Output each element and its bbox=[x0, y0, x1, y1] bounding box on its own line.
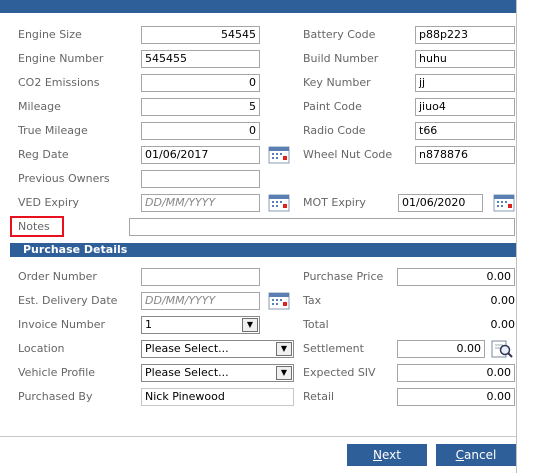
notes-label: Notes bbox=[18, 220, 50, 233]
order-number-label: Order Number bbox=[18, 270, 97, 283]
total-value: 0.00 bbox=[490, 318, 516, 331]
engine-number-field[interactable]: 545455 bbox=[141, 50, 260, 68]
previous-owners-field[interactable] bbox=[141, 170, 260, 188]
engine-size-label: Engine Size bbox=[18, 28, 82, 41]
total-label: Total bbox=[303, 318, 329, 331]
cancel-button[interactable]: Cancel bbox=[436, 444, 516, 466]
cancel-button-label: ancel bbox=[464, 448, 497, 462]
retail-label: Retail bbox=[303, 390, 335, 403]
mileage-label: Mileage bbox=[18, 100, 61, 113]
tax-label: Tax bbox=[303, 294, 322, 307]
est-delivery-field[interactable]: DD/MM/YYYY bbox=[141, 292, 260, 310]
expected-siv-label: Expected SIV bbox=[303, 366, 376, 379]
next-button-label: ext bbox=[382, 448, 401, 462]
engine-number-label: Engine Number bbox=[18, 52, 104, 65]
purchase-details-header: Purchase Details bbox=[10, 243, 516, 257]
battery-code-label: Battery Code bbox=[303, 28, 376, 41]
settlement-field[interactable]: 0.00 bbox=[397, 340, 485, 358]
vehicle-profile-label: Vehicle Profile bbox=[18, 366, 96, 379]
reg-date-field[interactable]: 01/06/2017 bbox=[141, 146, 260, 164]
notes-field[interactable] bbox=[129, 218, 515, 236]
next-button[interactable]: Next bbox=[347, 444, 427, 466]
purchase-price-field[interactable]: 0.00 bbox=[397, 268, 515, 286]
co2-label: CO2 Emissions bbox=[18, 76, 100, 89]
tax-value: 0.00 bbox=[490, 294, 516, 307]
settlement-label: Settlement bbox=[303, 342, 364, 355]
footer-divider bbox=[0, 436, 516, 437]
invoice-number-select[interactable]: 1 ▼ bbox=[141, 316, 260, 334]
mileage-field[interactable]: 5 bbox=[141, 98, 260, 116]
retail-field[interactable]: 0.00 bbox=[397, 388, 515, 406]
calendar-icon[interactable] bbox=[268, 194, 290, 212]
right-divider bbox=[516, 0, 517, 473]
purchase-details-title: Purchase Details bbox=[23, 243, 128, 256]
wheel-nut-code-field[interactable]: n878876 bbox=[415, 146, 515, 164]
build-number-field[interactable]: huhu bbox=[415, 50, 515, 68]
location-value: Please Select... bbox=[145, 342, 229, 355]
paint-code-label: Paint Code bbox=[303, 100, 362, 113]
ved-expiry-field[interactable]: DD/MM/YYYY bbox=[141, 194, 260, 212]
cancel-button-accel: C bbox=[455, 448, 465, 462]
vehicle-profile-select[interactable]: Please Select... ▼ bbox=[141, 364, 294, 382]
co2-field[interactable]: 0 bbox=[141, 74, 260, 92]
top-header-bar bbox=[0, 0, 516, 13]
location-select[interactable]: Please Select... ▼ bbox=[141, 340, 294, 358]
true-mileage-label: True Mileage bbox=[18, 124, 88, 137]
vehicle-profile-value: Please Select... bbox=[145, 366, 229, 379]
calendar-icon[interactable] bbox=[493, 194, 515, 212]
purchase-price-label: Purchase Price bbox=[303, 270, 384, 283]
chevron-down-icon[interactable]: ▼ bbox=[276, 342, 292, 356]
engine-size-field[interactable]: 54545 bbox=[141, 26, 260, 44]
invoice-number-label: Invoice Number bbox=[18, 318, 106, 331]
lookup-icon[interactable] bbox=[490, 339, 514, 359]
key-number-label: Key Number bbox=[303, 76, 371, 89]
build-number-label: Build Number bbox=[303, 52, 379, 65]
purchased-by-field: Nick Pinewood bbox=[141, 388, 294, 406]
location-label: Location bbox=[18, 342, 65, 355]
battery-code-field[interactable]: p88p223 bbox=[415, 26, 515, 44]
true-mileage-field[interactable]: 0 bbox=[141, 122, 260, 140]
paint-code-field[interactable]: jiuo4 bbox=[415, 98, 515, 116]
est-delivery-label: Est. Delivery Date bbox=[18, 294, 118, 307]
invoice-number-value: 1 bbox=[145, 318, 152, 331]
order-number-field[interactable] bbox=[141, 268, 260, 286]
next-button-accel: N bbox=[373, 448, 382, 462]
ved-expiry-label: VED Expiry bbox=[18, 196, 79, 209]
radio-code-label: Radio Code bbox=[303, 124, 366, 137]
radio-code-field[interactable]: t66 bbox=[415, 122, 515, 140]
calendar-icon[interactable] bbox=[268, 292, 290, 310]
wheel-nut-code-label: Wheel Nut Code bbox=[303, 148, 393, 161]
reg-date-label: Reg Date bbox=[18, 148, 69, 161]
key-number-field[interactable]: jj bbox=[415, 74, 515, 92]
chevron-down-icon[interactable]: ▼ bbox=[276, 366, 292, 380]
calendar-icon[interactable] bbox=[268, 146, 290, 164]
expected-siv-field[interactable]: 0.00 bbox=[397, 364, 515, 382]
chevron-down-icon[interactable]: ▼ bbox=[242, 318, 258, 332]
mot-expiry-label: MOT Expiry bbox=[303, 196, 366, 209]
mot-expiry-field[interactable]: 01/06/2020 bbox=[398, 194, 483, 212]
purchased-by-label: Purchased By bbox=[18, 390, 93, 403]
previous-owners-label: Previous Owners bbox=[18, 172, 110, 185]
